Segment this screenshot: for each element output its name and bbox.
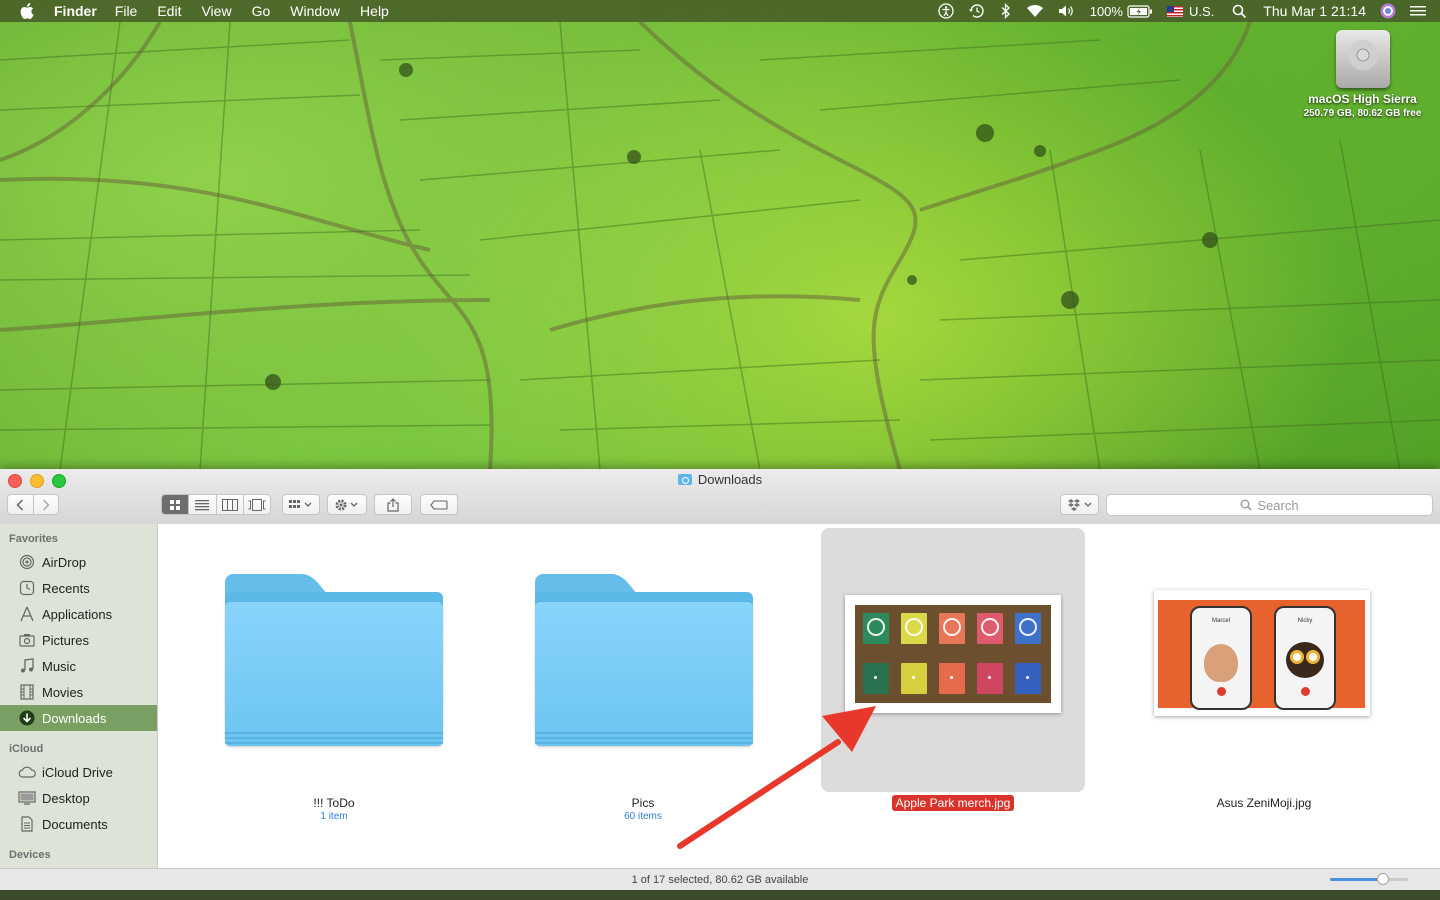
annotation-arrow: [677, 706, 876, 849]
